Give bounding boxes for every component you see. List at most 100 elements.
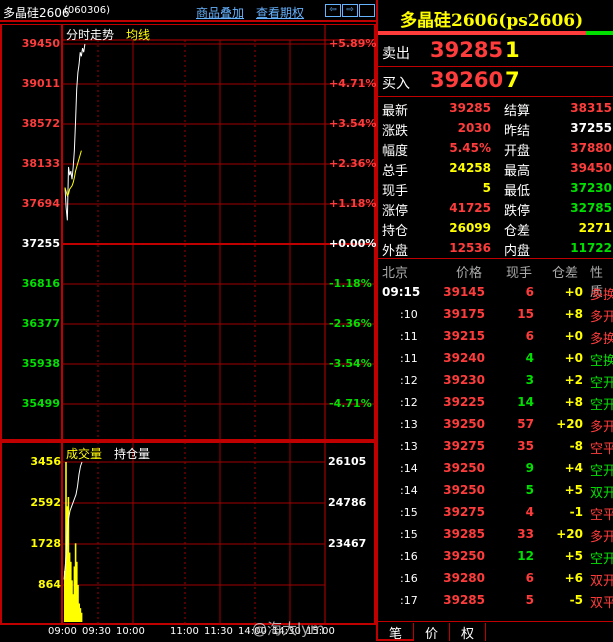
oi-tick: 26105 (328, 455, 367, 468)
prev-arrow-icon[interactable]: ⇦ (325, 4, 341, 17)
price-tick: 37255 (21, 237, 60, 250)
field-label: 最新 (382, 104, 409, 119)
tick-row: :13 39250 57 +20 多开 (378, 414, 613, 436)
tick-oi-change: +20 (556, 417, 583, 431)
field-value: 32785 (570, 201, 612, 215)
tick-time: :12 (400, 396, 418, 409)
overlay-link[interactable]: 商品叠加 (196, 4, 244, 21)
tab-average[interactable]: 均线 (126, 26, 150, 43)
field-label: 最低 (504, 184, 531, 199)
tick-volume: 4 (525, 351, 534, 365)
bottom-tab[interactable]: 笔 (378, 623, 414, 642)
tick-volume: 33 (517, 527, 534, 541)
bottom-tab[interactable]: 权 (450, 623, 486, 642)
sell-volume: 1 (505, 38, 520, 62)
tick-price: 39250 (443, 417, 485, 431)
tick-price: 39230 (443, 373, 485, 387)
tick-oi-change: +8 (564, 395, 583, 409)
field-value: 26099 (449, 221, 491, 235)
tick-nature: 空开 (590, 464, 613, 479)
price-line (64, 43, 86, 221)
bottom-tab[interactable]: 价 (414, 623, 450, 642)
tick-volume: 6 (525, 329, 534, 343)
tick-volume: 12 (517, 549, 534, 563)
tick-time: :17 (400, 594, 418, 607)
tick-nature: 空平 (590, 508, 613, 523)
tick-time: :10 (400, 308, 418, 321)
tick-oi-change: -1 (569, 505, 583, 519)
tick-volume: 6 (525, 571, 534, 585)
ticks-column-header: 现手 (506, 266, 533, 281)
price-tick: 36816 (21, 277, 60, 290)
price-tick: 36377 (21, 317, 60, 330)
tick-volume: 14 (517, 395, 534, 409)
field-label: 涨跌 (382, 124, 409, 139)
percent-tick: +3.54% (329, 117, 377, 130)
intraday-chart-panel: 多晶硅2606 (060306) 商品叠加 查看期权 ⇦ ⇨ 分时走势 均线 3… (0, 0, 376, 641)
tick-price: 39250 (443, 461, 485, 475)
tick-time: :11 (400, 330, 418, 343)
tick-volume: 3 (525, 373, 534, 387)
price-tick: 38133 (21, 157, 60, 170)
price-tick: 35499 (21, 397, 60, 410)
quote-title: 多晶硅2606(ps2606) (400, 11, 584, 31)
field-value: 37255 (570, 121, 612, 135)
quote-row: 最新 39285 结算 38315 (378, 99, 613, 119)
tick-oi-change: -8 (569, 439, 583, 453)
time-tick: 10:00 (116, 626, 145, 637)
price-tick: 39450 (21, 37, 60, 50)
field-label: 昨结 (504, 124, 531, 139)
sell-price: 39285 (430, 38, 504, 62)
tick-price: 39285 (443, 593, 485, 607)
tick-nature: 多开 (590, 530, 613, 545)
percent-tick: -2.36% (329, 317, 372, 330)
tick-nature: 多开 (590, 310, 613, 325)
volume-label: 成交量 (66, 447, 103, 461)
sell-label: 卖出 (382, 46, 410, 62)
field-label: 幅度 (382, 144, 409, 159)
tick-time: 09:15 (382, 285, 421, 299)
contract-code: (060306) (64, 5, 110, 16)
tick-volume: 4 (525, 505, 534, 519)
field-label: 最高 (504, 164, 531, 179)
quote-row: 涨停 41725 跌停 32785 (378, 199, 613, 219)
tick-volume: 5 (525, 483, 534, 497)
ticks-header: 北京 价格 现手 仓差 性质 (378, 261, 613, 300)
buy-label: 买入 (382, 76, 410, 92)
tick-row: :13 39275 35 -8 空平 (378, 436, 613, 458)
oi-label: 持仓量 (114, 447, 151, 461)
field-label: 涨停 (382, 204, 409, 219)
tab-trend[interactable]: 分时走势 (66, 26, 114, 43)
tick-oi-change: -5 (569, 593, 583, 607)
field-label: 仓差 (504, 224, 531, 239)
ratio-bar-green (586, 31, 613, 35)
tick-price: 39275 (443, 439, 485, 453)
field-value: 2030 (457, 121, 491, 135)
layout-toggle-icon[interactable] (359, 4, 375, 17)
field-label: 总手 (382, 164, 409, 179)
tick-time: :13 (400, 440, 418, 453)
tick-price: 39240 (443, 351, 485, 365)
tick-volume: 15 (517, 307, 534, 321)
buy-price: 39260 (430, 68, 504, 92)
tick-row: :14 39250 5 +5 双开 (378, 480, 613, 502)
quote-row: 幅度 5.45% 开盘 37880 (378, 139, 613, 159)
field-value: 5 (482, 181, 491, 195)
field-label: 内盘 (504, 244, 531, 259)
tick-volume: 35 (517, 439, 534, 453)
tick-time: :15 (400, 506, 418, 519)
tick-volume: 6 (525, 285, 534, 299)
tick-oi-change: +6 (564, 571, 583, 585)
quote-row: 现手 5 最低 37230 (378, 179, 613, 199)
time-tick: 09:30 (82, 626, 111, 637)
tick-oi-change: +0 (564, 329, 583, 343)
tick-time: :14 (400, 462, 418, 475)
contract-title: 多晶硅2606 (3, 6, 70, 20)
field-value: 41725 (449, 201, 491, 215)
tick-volume: 57 (517, 417, 534, 431)
field-value: 37230 (570, 181, 612, 195)
options-link[interactable]: 查看期权 (256, 4, 304, 21)
tick-time: :16 (400, 550, 418, 563)
next-arrow-icon[interactable]: ⇨ (342, 4, 358, 17)
tick-oi-change: +2 (564, 373, 583, 387)
